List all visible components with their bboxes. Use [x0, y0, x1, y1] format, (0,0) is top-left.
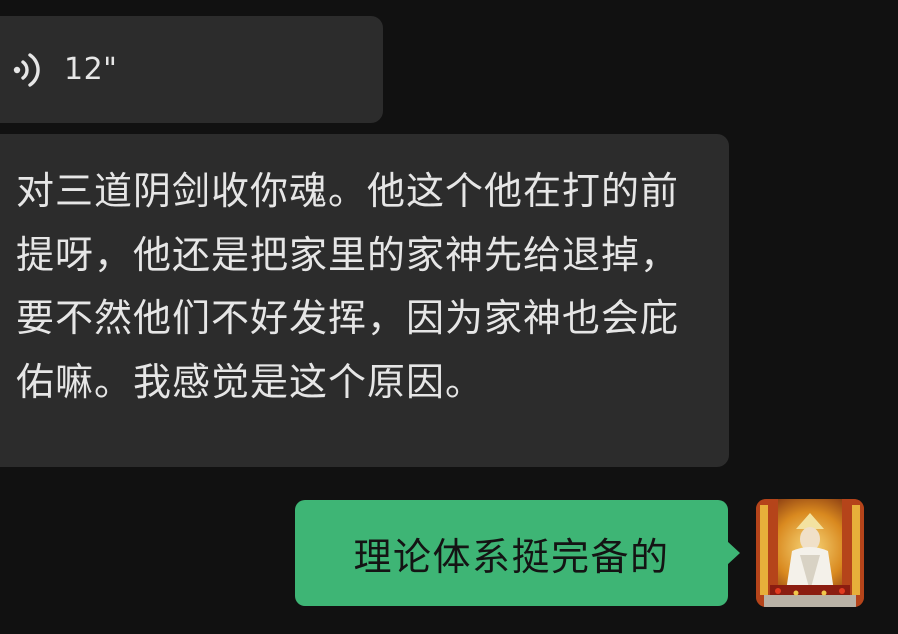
avatar-image: [756, 499, 864, 607]
outgoing-text-bubble[interactable]: 理论体系挺完备的: [295, 500, 728, 606]
avatar[interactable]: [756, 499, 864, 607]
voice-duration: 12": [64, 52, 118, 87]
incoming-text-message[interactable]: 对三道阴剑收你魂。他这个他在打的前提呀，他还是把家里的家神先给退掉，要不然他们不…: [0, 134, 729, 467]
voice-waves-icon: [13, 52, 40, 87]
outgoing-message: 理论体系挺完备的: [295, 500, 742, 606]
voice-message-bubble[interactable]: 12": [0, 16, 383, 123]
bubble-tail: [727, 541, 740, 565]
chat-window: 12" 对三道阴剑收你魂。他这个他在打的前提呀，他还是把家里的家神先给退掉，要不…: [0, 0, 898, 634]
